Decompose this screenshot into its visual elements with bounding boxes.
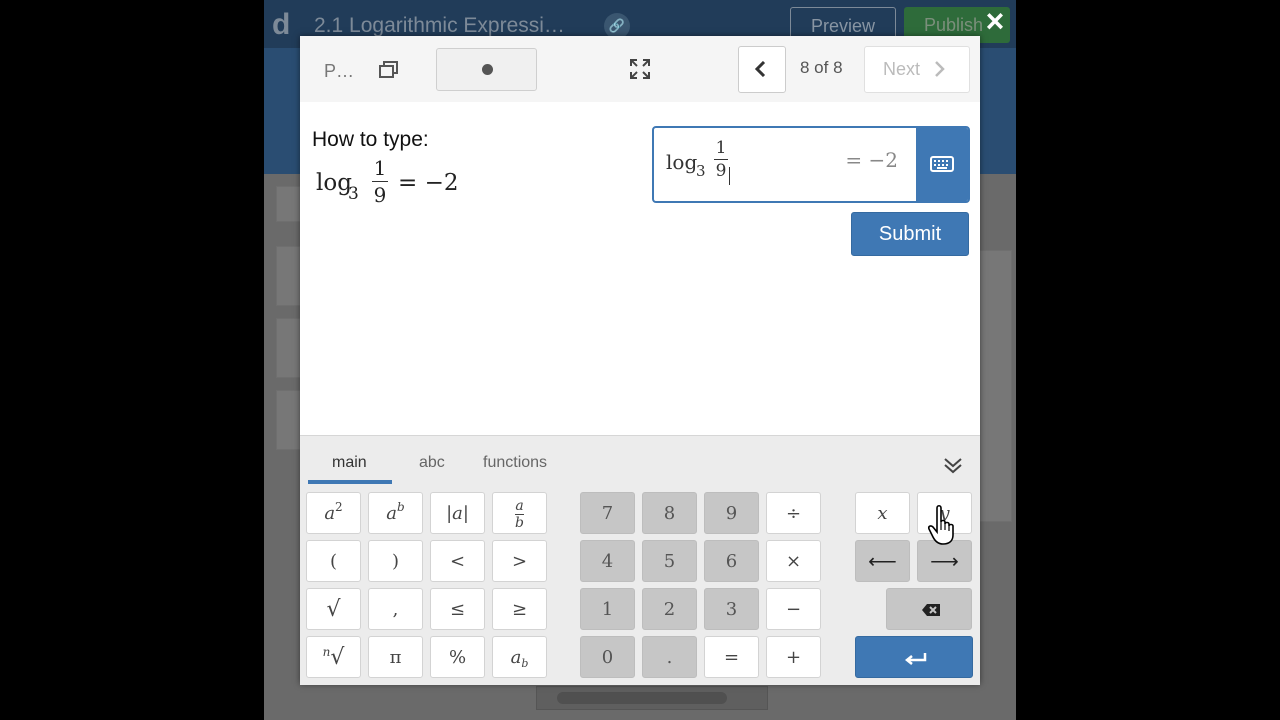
bg-scrollbar xyxy=(536,686,768,710)
answer-fraction: 1 9 xyxy=(714,138,728,181)
tab-main[interactable]: main xyxy=(332,454,367,472)
key-squared[interactable]: a2 xyxy=(306,492,361,534)
dot-icon xyxy=(482,64,493,75)
key-8[interactable]: 8 xyxy=(642,492,697,534)
backspace-icon xyxy=(922,604,940,616)
expr-fraction: 1 9 xyxy=(372,156,388,207)
key-square-root[interactable]: √ xyxy=(306,588,361,630)
key-subscript[interactable]: ab xyxy=(492,636,547,678)
fullscreen-icon[interactable] xyxy=(629,58,651,80)
key-5[interactable]: 5 xyxy=(642,540,697,582)
expr-base: 3 xyxy=(348,184,359,204)
close-icon[interactable]: × xyxy=(982,4,1008,38)
key-4[interactable]: 4 xyxy=(580,540,635,582)
chevron-left-icon xyxy=(754,61,766,77)
answer-rhs: = −2 xyxy=(845,148,898,172)
bg-logo: d xyxy=(272,8,291,41)
key-equals[interactable]: = xyxy=(704,636,759,678)
chevron-right-icon xyxy=(935,61,945,77)
key-greater-equal[interactable]: ≥ xyxy=(492,588,547,630)
key-2[interactable]: 2 xyxy=(642,588,697,630)
key-0[interactable]: 0 xyxy=(580,636,635,678)
text-cursor xyxy=(729,167,730,185)
collapse-keypad-icon[interactable] xyxy=(942,454,964,476)
key-y[interactable]: y xyxy=(917,492,972,534)
key-multiply[interactable]: × xyxy=(766,540,821,582)
key-3[interactable]: 3 xyxy=(704,588,759,630)
next-button[interactable]: Next xyxy=(864,46,970,93)
key-less-than[interactable]: < xyxy=(430,540,485,582)
tab-functions[interactable]: functions xyxy=(483,454,547,472)
submit-button[interactable]: Submit xyxy=(851,212,969,256)
key-enter[interactable] xyxy=(855,636,973,678)
expr-denominator: 9 xyxy=(373,183,387,207)
expr-rhs: = −2 xyxy=(398,170,459,196)
enter-icon xyxy=(904,653,927,665)
key-percent[interactable]: % xyxy=(430,636,485,678)
key-7[interactable]: 7 xyxy=(580,492,635,534)
math-keypad: main abc functions a2 ab |a| ab ( ) < > … xyxy=(300,435,980,685)
page-counter: 8 of 8 xyxy=(800,58,843,77)
key-cursor-left[interactable]: ⟵ xyxy=(855,540,910,582)
toolbar-label: P… xyxy=(324,61,355,81)
key-1[interactable]: 1 xyxy=(580,588,635,630)
key-minus[interactable]: − xyxy=(766,588,821,630)
key-fraction[interactable]: ab xyxy=(492,492,547,534)
key-6[interactable]: 6 xyxy=(704,540,759,582)
preview-modal: P… 8 of 8 Next How to type: log 3 1 9 = … xyxy=(300,36,980,685)
tab-abc[interactable]: abc xyxy=(419,454,445,472)
answer-input[interactable]: log 3 1 9 = −2 xyxy=(652,126,970,203)
record-toggle-button[interactable] xyxy=(436,48,537,91)
expr-numerator: 1 xyxy=(373,156,387,180)
previous-button[interactable] xyxy=(738,46,786,93)
how-to-label: How to type: xyxy=(312,128,429,151)
keyboard-icon xyxy=(930,156,954,172)
key-divide[interactable]: ÷ xyxy=(766,492,821,534)
keyboard-toggle-button[interactable] xyxy=(916,128,968,201)
answer-denominator: 9 xyxy=(715,161,727,181)
answer-numerator: 1 xyxy=(715,138,727,158)
key-nth-root[interactable]: n√ xyxy=(306,636,361,678)
key-x[interactable]: x xyxy=(855,492,910,534)
key-comma[interactable]: , xyxy=(368,588,423,630)
expr-fn: log xyxy=(316,170,352,196)
key-absolute-value[interactable]: |a| xyxy=(430,492,485,534)
key-9[interactable]: 9 xyxy=(704,492,759,534)
key-cursor-right[interactable]: ⟶ xyxy=(917,540,972,582)
key-less-equal[interactable]: ≤ xyxy=(430,588,485,630)
active-tab-indicator xyxy=(308,480,392,484)
key-right-paren[interactable]: ) xyxy=(368,540,423,582)
example-expression: log 3 1 9 = −2 xyxy=(314,156,514,218)
key-plus[interactable]: + xyxy=(766,636,821,678)
next-label: Next xyxy=(883,59,921,79)
copy-icon[interactable] xyxy=(378,59,400,81)
answer-base: 3 xyxy=(696,162,706,180)
key-power[interactable]: ab xyxy=(368,492,423,534)
key-pi[interactable]: π xyxy=(368,636,423,678)
key-backspace[interactable] xyxy=(886,588,972,630)
key-greater-than[interactable]: > xyxy=(492,540,547,582)
bg-activity-title: 2.1 Logarithmic Expressi… xyxy=(314,14,565,37)
modal-toolbar: P… 8 of 8 Next xyxy=(300,36,980,102)
key-left-paren[interactable]: ( xyxy=(306,540,361,582)
answer-fn: log xyxy=(666,150,698,174)
key-decimal[interactable]: . xyxy=(642,636,697,678)
